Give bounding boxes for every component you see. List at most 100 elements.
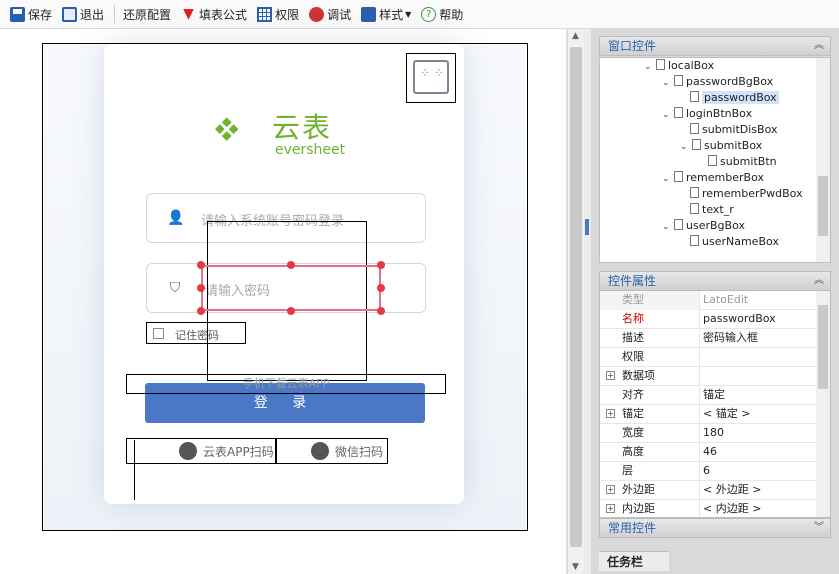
property-row[interactable]: 宽度 180 [600, 424, 818, 443]
panel-splitter[interactable] [584, 29, 591, 574]
password-box-selection[interactable] [201, 265, 381, 311]
scroll-up-icon[interactable]: ▲ [572, 31, 579, 41]
scan-wechat-box[interactable]: 微信扫码 [276, 438, 388, 464]
scroll-thumb[interactable] [818, 176, 828, 236]
properties-scrollbar[interactable] [816, 291, 830, 517]
bug-icon [309, 6, 325, 22]
property-row[interactable]: 权限 [600, 348, 818, 367]
property-row[interactable]: + 内边距 < 内边距 > [600, 500, 818, 517]
tree-node[interactable]: userNameBox [688, 234, 779, 250]
tree-node[interactable]: text_r [688, 202, 734, 218]
property-row[interactable]: 类型 LatoEdit [600, 291, 818, 310]
expand-icon: + [606, 409, 615, 418]
expand-icon[interactable]: ︾ [814, 519, 824, 537]
download-app-tip[interactable]: 手机下载云表APP [126, 374, 446, 394]
save-icon [10, 6, 25, 22]
help-label: 帮助 [439, 7, 464, 22]
resize-handle[interactable] [197, 284, 205, 292]
tree-node[interactable]: ⌄ loginBtnBox [662, 106, 752, 122]
window-controls-title: 窗口控件 [608, 39, 657, 53]
exit-button[interactable]: 退出 [58, 3, 108, 25]
collapse-icon[interactable]: ︽ [814, 272, 824, 290]
common-controls-title: 常用控件 [608, 521, 657, 535]
scroll-thumb[interactable] [818, 305, 828, 389]
expand-icon: + [606, 371, 615, 380]
exit-label: 退出 [80, 7, 105, 22]
grid-icon [257, 6, 273, 22]
properties-title: 控件属性 [608, 274, 657, 288]
taskbar-tab[interactable]: 任务栏 [599, 551, 669, 571]
scroll-thumb[interactable] [570, 47, 582, 547]
tree-node[interactable]: rememberPwdBox [688, 186, 803, 202]
scroll-down-icon[interactable]: ▼ [572, 562, 579, 572]
eversheet-logo [215, 117, 239, 141]
canvas-scrollbar[interactable]: ▲ ▼ [567, 29, 584, 574]
property-row[interactable]: 对齐 锚定 [600, 386, 818, 405]
tree-node[interactable]: ⌄ userBgBox [662, 218, 745, 234]
tree-node[interactable]: ⌄ localBox [644, 58, 714, 74]
property-row[interactable]: + 锚定 < 锚定 > [600, 405, 818, 424]
logo-text: 云表 [272, 111, 333, 144]
collapse-icon[interactable]: ︽ [814, 37, 824, 55]
scan-app-box[interactable]: 云表APP扫码 [126, 438, 276, 464]
wechat-icon [311, 442, 329, 460]
save-label: 保存 [28, 7, 53, 22]
scan-wechat-label: 微信扫码 [335, 444, 384, 459]
style-label: 样式 [379, 7, 404, 22]
exit-icon [62, 6, 78, 22]
qr-box-outline[interactable] [406, 53, 456, 103]
right-panel: 窗口控件 ︽ ⌄ localBox ⌄ passwordBgBox password… [591, 29, 839, 574]
property-row[interactable]: + 数据项 [600, 367, 818, 386]
resize-handle[interactable] [377, 307, 385, 315]
property-row[interactable]: 描述 密码输入框 [600, 329, 818, 348]
permission-button[interactable]: 权限 [253, 3, 303, 25]
properties-header[interactable]: 控件属性 ︽ [599, 271, 831, 291]
properties-grid: 类型 LatoEdit 名称 passwordBox 描述 密码输入框 权限 + 数据项… [599, 290, 831, 518]
property-row[interactable]: + 外边距 < 外边距 > [600, 481, 818, 500]
help-icon: ? [421, 6, 437, 22]
fill-formula-label: 填表公式 [199, 7, 248, 22]
restore-config-label: 还原配置 [123, 7, 172, 22]
common-controls-header[interactable]: 常用控件 ︾ [599, 518, 831, 538]
filter-icon: ▼ [183, 5, 194, 22]
help-button[interactable]: ? 帮助 [417, 3, 467, 25]
remember-checkbox[interactable] [153, 328, 164, 339]
restore-config-button[interactable]: 还原配置 [119, 3, 175, 25]
user-icon: 👤 [167, 210, 185, 226]
toolbar-divider [114, 5, 116, 23]
resize-handle[interactable] [197, 261, 205, 269]
tree-node[interactable]: ⌄ submitBox [680, 138, 762, 154]
tree-node[interactable]: ⌄ passwordBgBox [662, 74, 773, 90]
tree-node[interactable]: submitDisBox [688, 122, 777, 138]
resize-handle[interactable] [197, 307, 205, 315]
tree-scrollbar[interactable] [816, 58, 830, 262]
style-button[interactable]: 样式 ▼ [357, 3, 415, 25]
style-icon [361, 6, 377, 22]
save-button[interactable]: 保存 [6, 3, 56, 25]
logo-subtitle: eversheet [275, 142, 346, 158]
resize-handle[interactable] [287, 261, 295, 269]
property-row[interactable]: 层6 [600, 462, 818, 481]
expand-icon: + [606, 485, 615, 494]
property-row[interactable]: 高度 46 [600, 443, 818, 462]
remember-password[interactable]: 记住密码 [146, 322, 246, 344]
tree-node[interactable]: passwordBox [688, 90, 779, 106]
guide-line [134, 440, 135, 500]
resize-handle[interactable] [377, 284, 385, 292]
remember-label: 记住密码 [175, 329, 219, 342]
fill-formula-button[interactable]: ▼ 填表公式 [177, 3, 251, 25]
tree-node[interactable]: submitBtn [706, 154, 777, 170]
toolbar: 保存 退出 还原配置 ▼ 填表公式 权限 调试 样式 ▼ ? 帮助 [0, 0, 839, 29]
phone-icon [179, 442, 197, 460]
resize-handle[interactable] [287, 307, 295, 315]
chevron-down-icon: ▼ [405, 9, 412, 19]
window-controls-header[interactable]: 窗口控件 ︽ [599, 36, 831, 56]
splitter-grip[interactable] [585, 219, 589, 235]
scan-app-label: 云表APP扫码 [203, 444, 274, 459]
shield-icon: ⛉ [169, 280, 181, 296]
debug-button[interactable]: 调试 [305, 3, 355, 25]
control-tree: ⌄ localBox ⌄ passwordBgBox passwordBox ⌄ lo… [599, 57, 831, 263]
tree-node[interactable]: ⌄ rememberBox [662, 170, 764, 186]
property-row[interactable]: 名称 passwordBox [600, 310, 818, 329]
resize-handle[interactable] [377, 261, 385, 269]
